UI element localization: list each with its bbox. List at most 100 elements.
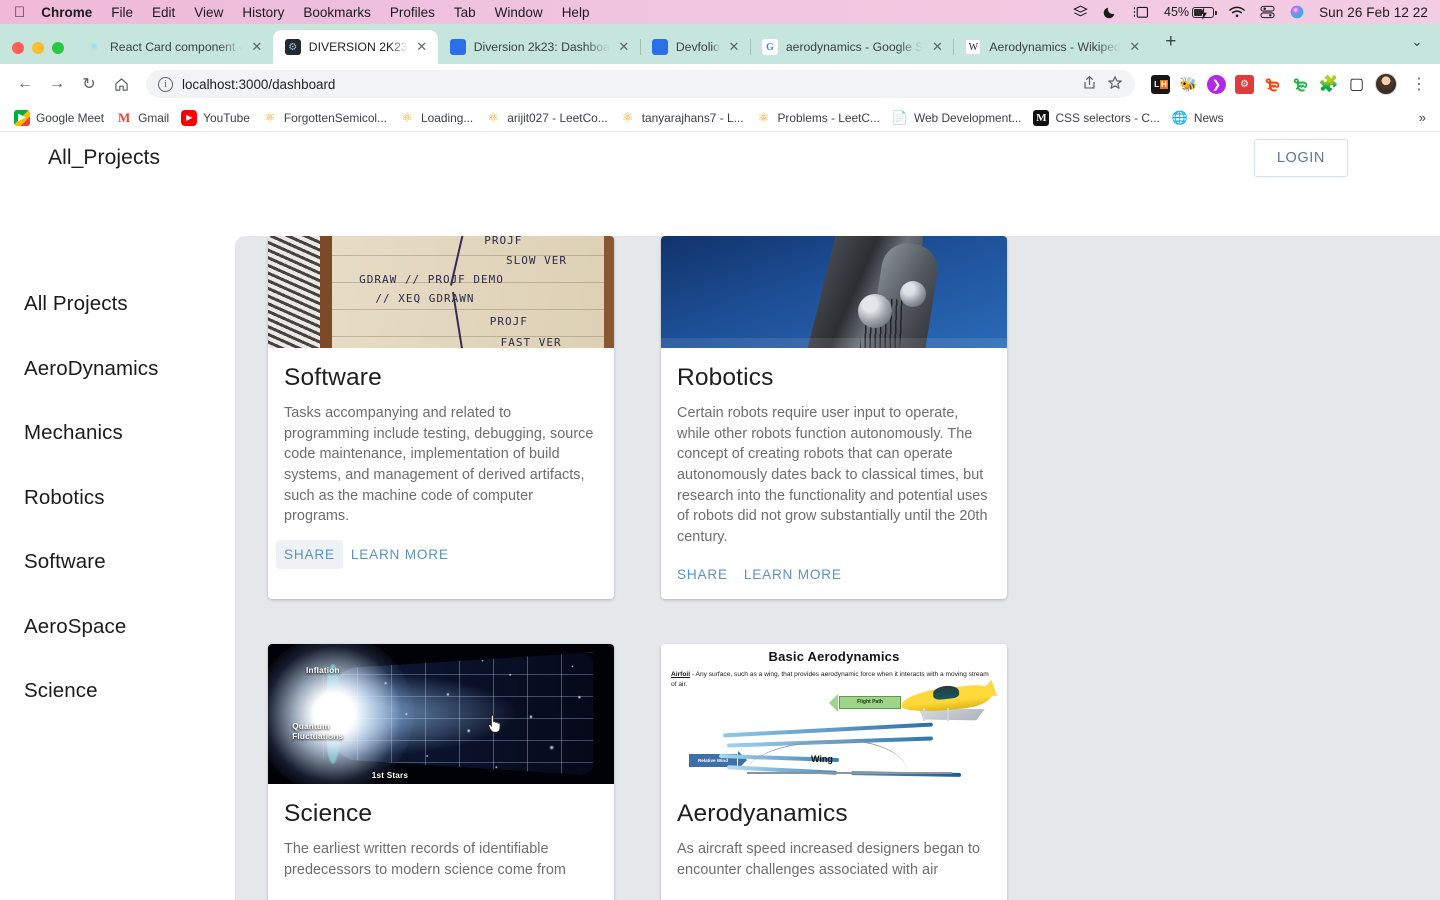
leetcode-icon: ⚛: [621, 109, 634, 125]
menubar-item-window[interactable]: Window: [495, 5, 543, 20]
share-button[interactable]: SHARE: [276, 539, 343, 570]
bookmark-google-meet[interactable]: ▶ Google Meet: [10, 107, 112, 129]
project-card-science[interactable]: Inflation Quantum Fluctuations 1st Stars…: [268, 643, 614, 900]
browser-tab-diversion-dashboard[interactable]: Diversion 2k23: Dashboa ✕: [438, 30, 640, 64]
menubar-item-chrome[interactable]: Chrome: [41, 5, 92, 20]
menubar-item-profiles[interactable]: Profiles: [390, 5, 435, 20]
browser-tab-devfolio[interactable]: Devfolio ✕: [639, 30, 750, 64]
card-actions: SHARE LEARN MORE: [268, 880, 614, 900]
sidebar-item-robotics[interactable]: Robotics: [0, 466, 235, 531]
sidebar-item-aerodynamics[interactable]: AeroDynamics: [0, 337, 235, 402]
bookmark-arijit027[interactable]: ⚛ arijit027 - LeetCo...: [481, 107, 615, 129]
project-card-software[interactable]: PROJF SLOW VER GDRAW // PROJF DEMO // XE…: [268, 236, 614, 599]
moon-icon[interactable]: [1103, 5, 1117, 19]
bookmark-label: arijit027 - LeetCo...: [507, 110, 608, 125]
back-button[interactable]: ←: [10, 69, 40, 99]
os-clock[interactable]: Sun 26 Feb 12 22: [1319, 5, 1428, 20]
kebab-menu-icon[interactable]: ⋮: [1406, 71, 1432, 97]
close-tab-button[interactable]: ✕: [929, 39, 945, 55]
learn-more-button[interactable]: LEARN MORE: [343, 893, 457, 900]
learn-more-button[interactable]: LEARN MORE: [343, 540, 457, 570]
tab-title: Aerodynamics - Wikiped: [989, 40, 1121, 54]
red-square-icon[interactable]: ⚙: [1235, 74, 1254, 94]
share-icon[interactable]: [1082, 75, 1097, 93]
bookmark-news[interactable]: 🌐 News: [1168, 107, 1232, 129]
address-bar[interactable]: i localhost:3000/dashboard: [146, 70, 1135, 98]
control-center-icon[interactable]: [1260, 5, 1275, 19]
browser-tab-diversion-2k23[interactable]: ⚙ DIVERSION 2K23 ✕: [272, 30, 438, 64]
close-tab-button[interactable]: ✕: [1127, 39, 1143, 55]
menubar-item-edit[interactable]: Edit: [152, 5, 175, 20]
maximize-window-button[interactable]: [52, 42, 64, 54]
reload-button[interactable]: ↻: [74, 69, 104, 99]
sidebar-item-software[interactable]: Software: [0, 530, 235, 595]
browser-tab-wikipedia[interactable]: W Aerodynamics - Wikiped ✕: [953, 30, 1150, 64]
learn-more-button[interactable]: LEARN MORE: [736, 893, 850, 900]
green-spiral-icon[interactable]: ₻: [1291, 75, 1310, 95]
menubar-item-history[interactable]: History: [242, 5, 284, 20]
project-card-aerodyanamics[interactable]: Basic Aerodynamics Airfoil - Any surface…: [661, 643, 1007, 900]
google-icon: G: [761, 39, 778, 55]
bookmark-youtube[interactable]: ▶ YouTube: [177, 107, 258, 129]
share-button[interactable]: SHARE: [669, 893, 736, 900]
card-description: As aircraft speed increased designers be…: [677, 841, 981, 878]
share-button[interactable]: SHARE: [276, 893, 343, 900]
close-tab-button[interactable]: ✕: [414, 39, 430, 55]
wifi-icon[interactable]: [1229, 6, 1245, 18]
bookmarks-bar: ▶ Google Meet M Gmail ▶ YouTube ⚛ Forgot…: [0, 104, 1440, 132]
sidebar-item-mechanics[interactable]: Mechanics: [0, 401, 235, 466]
bookmark-css-selectors[interactable]: M CSS selectors - C...: [1029, 107, 1167, 129]
close-tab-button[interactable]: ✕: [616, 39, 632, 55]
menubar-item-tab[interactable]: Tab: [454, 5, 476, 20]
star-icon[interactable]: [1107, 75, 1123, 94]
close-tab-button[interactable]: ✕: [726, 39, 742, 55]
white-square-icon[interactable]: ▢: [1347, 75, 1366, 94]
bug-icon[interactable]: 🐝: [1179, 75, 1198, 94]
bookmark-tanyarajhans7[interactable]: ⚛ tanyarajhans7 - L...: [616, 107, 752, 129]
screen-mirroring-icon[interactable]: [1132, 6, 1149, 19]
project-card-grid: PROJF SLOW VER GDRAW // PROJF DEMO // XE…: [265, 236, 1418, 900]
lighthouse-icon[interactable]: LH: [1151, 74, 1170, 94]
apple-icon[interactable]: : [14, 5, 25, 20]
sidebar-item-science[interactable]: Science: [0, 659, 235, 724]
home-button[interactable]: [106, 69, 136, 99]
card-actions: SHARE LEARN MORE: [661, 547, 1007, 599]
window-traffic-lights[interactable]: [12, 42, 74, 64]
sidebar-item-aerospace[interactable]: AeroSpace: [0, 595, 235, 660]
sidebar-item-label: AeroDynamics: [24, 356, 159, 380]
bookmark-loading[interactable]: ⚛ Loading...: [395, 107, 481, 129]
battery-status[interactable]: 45%: [1164, 5, 1217, 20]
note-line: GDRAW // PROJF DEMO: [359, 273, 504, 287]
bookmark-forgottensemicolon[interactable]: ⚛ ForgottenSemicol...: [258, 107, 395, 129]
sidebar-item-all-projects[interactable]: All Projects: [0, 272, 235, 337]
menubar-item-help[interactable]: Help: [562, 5, 590, 20]
minimize-window-button[interactable]: [32, 42, 44, 54]
menubar-item-bookmarks[interactable]: Bookmarks: [303, 5, 371, 20]
bookmark-gmail[interactable]: M Gmail: [112, 107, 177, 129]
browser-tab-react-card[interactable]: ⚛ React Card component - ✕: [74, 30, 273, 64]
new-tab-button[interactable]: +: [1157, 28, 1185, 56]
siri-icon[interactable]: [1290, 5, 1304, 19]
learn-more-button[interactable]: LEARN MORE: [736, 560, 850, 590]
puzzle-icon[interactable]: 🧩: [1319, 75, 1339, 94]
bookmarks-overflow-button[interactable]: »: [1411, 110, 1434, 125]
site-info-icon[interactable]: i: [158, 76, 173, 92]
forward-button[interactable]: →: [42, 69, 72, 99]
share-button[interactable]: SHARE: [669, 560, 736, 590]
menubar-item-view[interactable]: View: [194, 5, 223, 20]
card-image-aerodynamics-diagram: Basic Aerodynamics Airfoil - Any surface…: [661, 643, 1007, 784]
project-card-robotics[interactable]: Robotics Certain robots require user inp…: [661, 236, 1007, 599]
tab-search-button[interactable]: ⌄: [1402, 28, 1432, 56]
svelte-icon[interactable]: ₻: [1263, 75, 1282, 95]
bookmark-label: tanyarajhans7 - L...: [641, 110, 744, 125]
bookmark-web-development[interactable]: 📄 Web Development...: [888, 107, 1030, 129]
menubar-item-file[interactable]: File: [111, 5, 133, 20]
stack-icon[interactable]: [1073, 5, 1088, 19]
browser-tab-google-search[interactable]: G aerodynamics - Google S ✕: [749, 30, 954, 64]
bookmark-problems-leetcode[interactable]: ⚛ Problems - LeetC...: [752, 107, 888, 129]
close-window-button[interactable]: [12, 42, 24, 54]
purple-circle-icon[interactable]: ❯: [1207, 74, 1226, 94]
avatar[interactable]: [1375, 73, 1397, 95]
login-button[interactable]: LOGIN: [1253, 138, 1348, 178]
close-tab-button[interactable]: ✕: [249, 39, 265, 55]
